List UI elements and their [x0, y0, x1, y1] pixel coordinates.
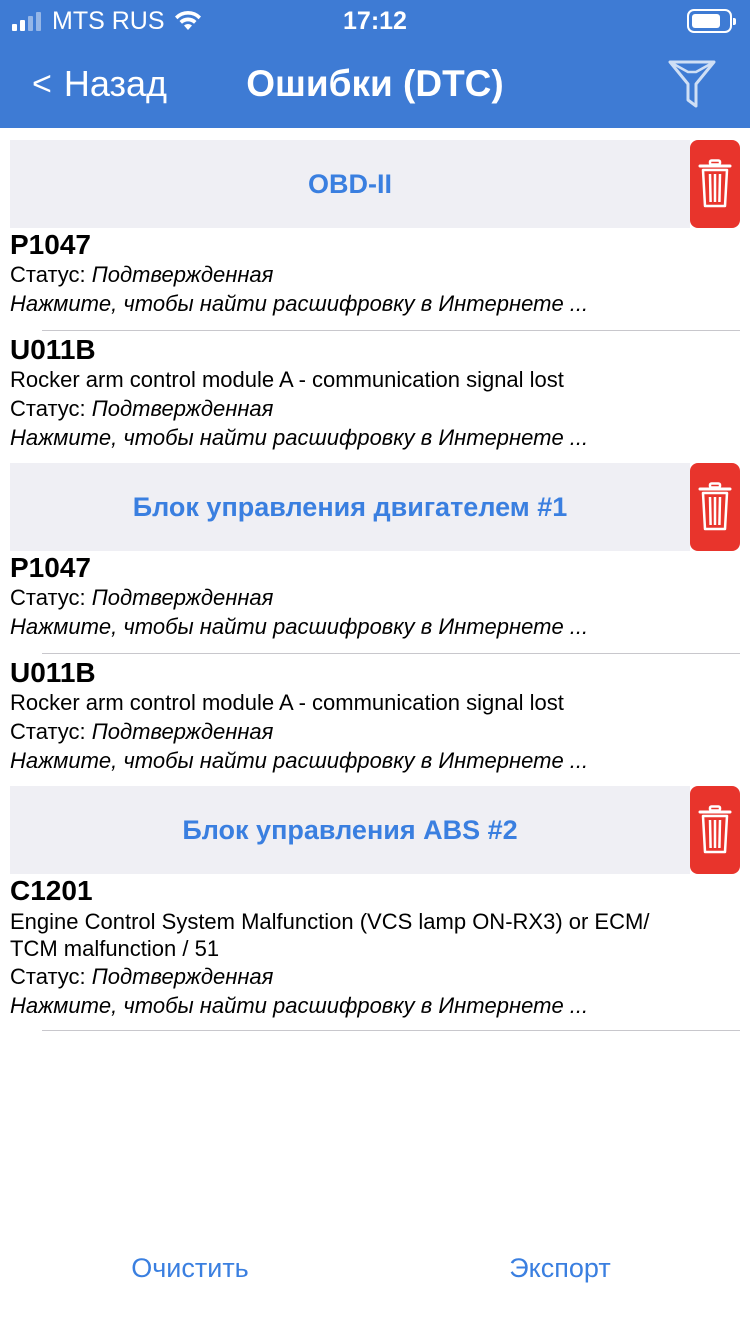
dtc-code: P1047	[10, 552, 91, 583]
dtc-search-hint: Нажмите, чтобы найти расшифровку в Интер…	[10, 993, 589, 1018]
section-header-obd2: OBD-II	[10, 140, 690, 228]
row-divider	[42, 330, 740, 331]
dtc-description-line-1: Engine Control System Malfunction (VCS l…	[10, 909, 650, 934]
dtc-description: Rocker arm control module A - communicat…	[10, 690, 564, 715]
section-header-abs: Блок управления ABS #2	[10, 786, 690, 874]
dtc-status: Статус: Подтвержденная	[10, 262, 274, 287]
dtc-list-item[interactable]: C1201 Engine Control System Malfunction …	[10, 876, 740, 1020]
dtc-list-item[interactable]: P1047 Статус: Подтвержденная Нажмите, чт…	[10, 230, 740, 318]
filter-icon	[668, 60, 716, 108]
dtc-search-hint: Нажмите, чтобы найти расшифровку в Интер…	[10, 291, 589, 316]
section-title: Блок управления двигателем #1	[132, 491, 568, 522]
trash-icon	[698, 482, 732, 531]
row-divider	[42, 653, 740, 654]
clear-button[interactable]: Очистить	[40, 1248, 340, 1288]
dtc-code: U011B	[10, 657, 96, 688]
delete-section-button[interactable]	[690, 786, 740, 874]
dtc-status: Статус: Подтвержденная	[10, 396, 274, 421]
section-header-engine: Блок управления двигателем #1	[10, 463, 690, 551]
trash-icon	[698, 159, 732, 208]
dtc-status: Статус: Подтвержденная	[10, 964, 274, 989]
navigation-header: MTS RUS 17:12 < Назад Ошибки (DTC)	[0, 0, 750, 128]
dtc-search-hint: Нажмите, чтобы найти расшифровку в Интер…	[10, 614, 589, 639]
export-button[interactable]: Экспорт	[410, 1248, 710, 1288]
dtc-code: C1201	[10, 875, 93, 906]
status-bar: MTS RUS 17:12	[0, 0, 750, 40]
section-title: Блок управления ABS #2	[182, 814, 518, 845]
dtc-status: Статус: Подтвержденная	[10, 585, 274, 610]
row-divider	[42, 1030, 740, 1031]
dtc-list-item[interactable]: U011B Rocker arm control module A - comm…	[10, 335, 740, 452]
trash-icon	[698, 805, 732, 854]
filter-button[interactable]	[666, 58, 718, 110]
dtc-code: P1047	[10, 229, 91, 260]
dtc-code: U011B	[10, 334, 96, 365]
clock: 17:12	[343, 7, 407, 35]
dtc-list-item[interactable]: U011B Rocker arm control module A - comm…	[10, 658, 740, 775]
dtc-description-line-2: TCM malfunction / 51	[10, 936, 220, 961]
dtc-search-hint: Нажмите, чтобы найти расшифровку в Интер…	[10, 748, 589, 773]
delete-section-button[interactable]	[690, 463, 740, 551]
battery-icon	[687, 9, 736, 33]
dtc-description: Rocker arm control module A - communicat…	[10, 367, 564, 392]
delete-section-button[interactable]	[690, 140, 740, 228]
page-title: Ошибки (DTC)	[246, 63, 504, 104]
section-title: OBD-II	[308, 168, 392, 199]
dtc-status: Статус: Подтвержденная	[10, 719, 274, 744]
dtc-search-hint: Нажмите, чтобы найти расшифровку в Интер…	[10, 425, 589, 450]
dtc-list-item[interactable]: P1047 Статус: Подтвержденная Нажмите, чт…	[10, 553, 740, 641]
